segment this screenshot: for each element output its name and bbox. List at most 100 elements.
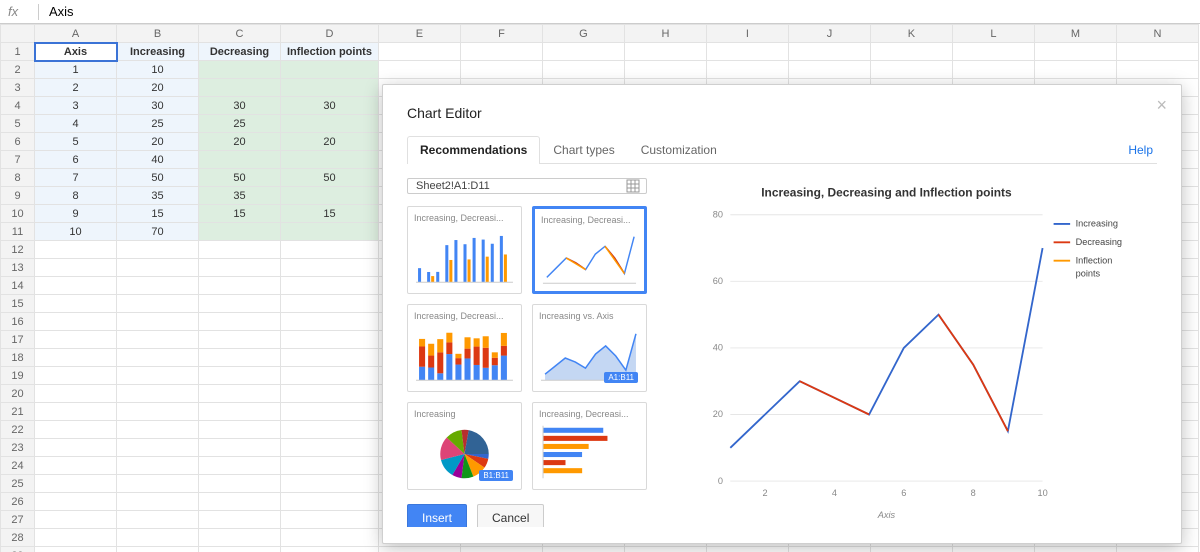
cell[interactable] [199, 511, 281, 529]
cell[interactable] [281, 475, 379, 493]
row-header[interactable]: 28 [1, 529, 35, 547]
cell[interactable] [281, 331, 379, 349]
recommendation-card[interactable]: IncreasingB1:B11 [407, 402, 522, 490]
cell[interactable]: 15 [199, 205, 281, 223]
cell[interactable] [281, 403, 379, 421]
cell[interactable] [788, 61, 870, 79]
row-header[interactable]: 23 [1, 439, 35, 457]
col-header[interactable]: M [1034, 25, 1116, 43]
row-header[interactable]: 17 [1, 331, 35, 349]
cell[interactable] [35, 295, 117, 313]
insert-button[interactable]: Insert [407, 504, 467, 527]
cell[interactable]: 30 [117, 97, 199, 115]
cell[interactable] [542, 547, 624, 552]
cell[interactable]: 4 [35, 115, 117, 133]
cell[interactable] [199, 295, 281, 313]
cell[interactable] [117, 385, 199, 403]
cell[interactable] [117, 511, 199, 529]
cell[interactable] [706, 43, 788, 61]
row-header[interactable]: 24 [1, 457, 35, 475]
grid-icon[interactable] [626, 179, 640, 193]
cell[interactable] [281, 187, 379, 205]
cell[interactable] [870, 61, 952, 79]
cell[interactable] [35, 385, 117, 403]
row-header[interactable]: 6 [1, 133, 35, 151]
cell[interactable]: 15 [117, 205, 199, 223]
cell[interactable]: Axis [35, 43, 117, 61]
row-header[interactable]: 12 [1, 241, 35, 259]
cell[interactable] [117, 493, 199, 511]
cell[interactable] [199, 259, 281, 277]
cell[interactable] [542, 61, 624, 79]
recommendation-card[interactable]: Increasing, Decreasi... [407, 304, 522, 392]
cell[interactable] [199, 457, 281, 475]
cell[interactable]: 7 [35, 169, 117, 187]
cell[interactable] [117, 277, 199, 295]
cell[interactable] [199, 241, 281, 259]
cell[interactable] [1034, 61, 1116, 79]
col-header[interactable]: F [460, 25, 542, 43]
cell[interactable] [35, 529, 117, 547]
cell[interactable] [870, 43, 952, 61]
cell[interactable] [199, 223, 281, 241]
cell[interactable] [117, 331, 199, 349]
row-header[interactable]: 16 [1, 313, 35, 331]
cell[interactable] [460, 61, 542, 79]
row-header[interactable]: 27 [1, 511, 35, 529]
row-header[interactable]: 21 [1, 403, 35, 421]
cell[interactable] [624, 547, 706, 552]
cell[interactable] [35, 367, 117, 385]
formula-input[interactable] [47, 3, 1192, 20]
cell[interactable] [1034, 43, 1116, 61]
cell[interactable] [35, 241, 117, 259]
cell[interactable]: 10 [35, 223, 117, 241]
cell[interactable]: 3 [35, 97, 117, 115]
cell[interactable] [281, 277, 379, 295]
row-header[interactable]: 10 [1, 205, 35, 223]
cell[interactable] [281, 79, 379, 97]
cell[interactable] [281, 151, 379, 169]
cell[interactable] [199, 475, 281, 493]
cell[interactable]: 30 [281, 97, 379, 115]
cell[interactable]: 2 [35, 79, 117, 97]
cell[interactable] [1116, 43, 1198, 61]
cell[interactable] [542, 43, 624, 61]
cell[interactable] [199, 385, 281, 403]
row-header[interactable]: 11 [1, 223, 35, 241]
cancel-button[interactable]: Cancel [477, 504, 544, 527]
cell[interactable] [281, 511, 379, 529]
cell[interactable] [624, 43, 706, 61]
cell[interactable]: Increasing [117, 43, 199, 61]
cell[interactable] [35, 349, 117, 367]
col-header[interactable]: C [199, 25, 281, 43]
cell[interactable] [281, 295, 379, 313]
cell[interactable] [281, 223, 379, 241]
tab-customization[interactable]: Customization [628, 136, 730, 164]
row-header[interactable]: 15 [1, 295, 35, 313]
row-header[interactable]: 3 [1, 79, 35, 97]
col-header[interactable]: N [1116, 25, 1198, 43]
cell[interactable] [281, 313, 379, 331]
cell[interactable] [117, 403, 199, 421]
row-header[interactable]: 25 [1, 475, 35, 493]
cell[interactable] [35, 313, 117, 331]
cell[interactable] [117, 313, 199, 331]
row-header[interactable]: 9 [1, 187, 35, 205]
col-header[interactable]: J [788, 25, 870, 43]
cell[interactable] [281, 457, 379, 475]
col-header[interactable]: B [117, 25, 199, 43]
col-header[interactable]: E [378, 25, 460, 43]
cell[interactable] [1034, 547, 1116, 552]
cell[interactable]: 40 [117, 151, 199, 169]
cell[interactable] [35, 439, 117, 457]
row-header[interactable]: 5 [1, 115, 35, 133]
col-header[interactable]: A [35, 25, 117, 43]
cell[interactable] [281, 385, 379, 403]
cell[interactable] [199, 439, 281, 457]
row-header[interactable]: 20 [1, 385, 35, 403]
recommendation-card[interactable]: Increasing, Decreasi... [532, 402, 647, 490]
cell[interactable] [117, 295, 199, 313]
cell[interactable] [117, 349, 199, 367]
cell[interactable] [199, 421, 281, 439]
cell[interactable]: 30 [199, 97, 281, 115]
